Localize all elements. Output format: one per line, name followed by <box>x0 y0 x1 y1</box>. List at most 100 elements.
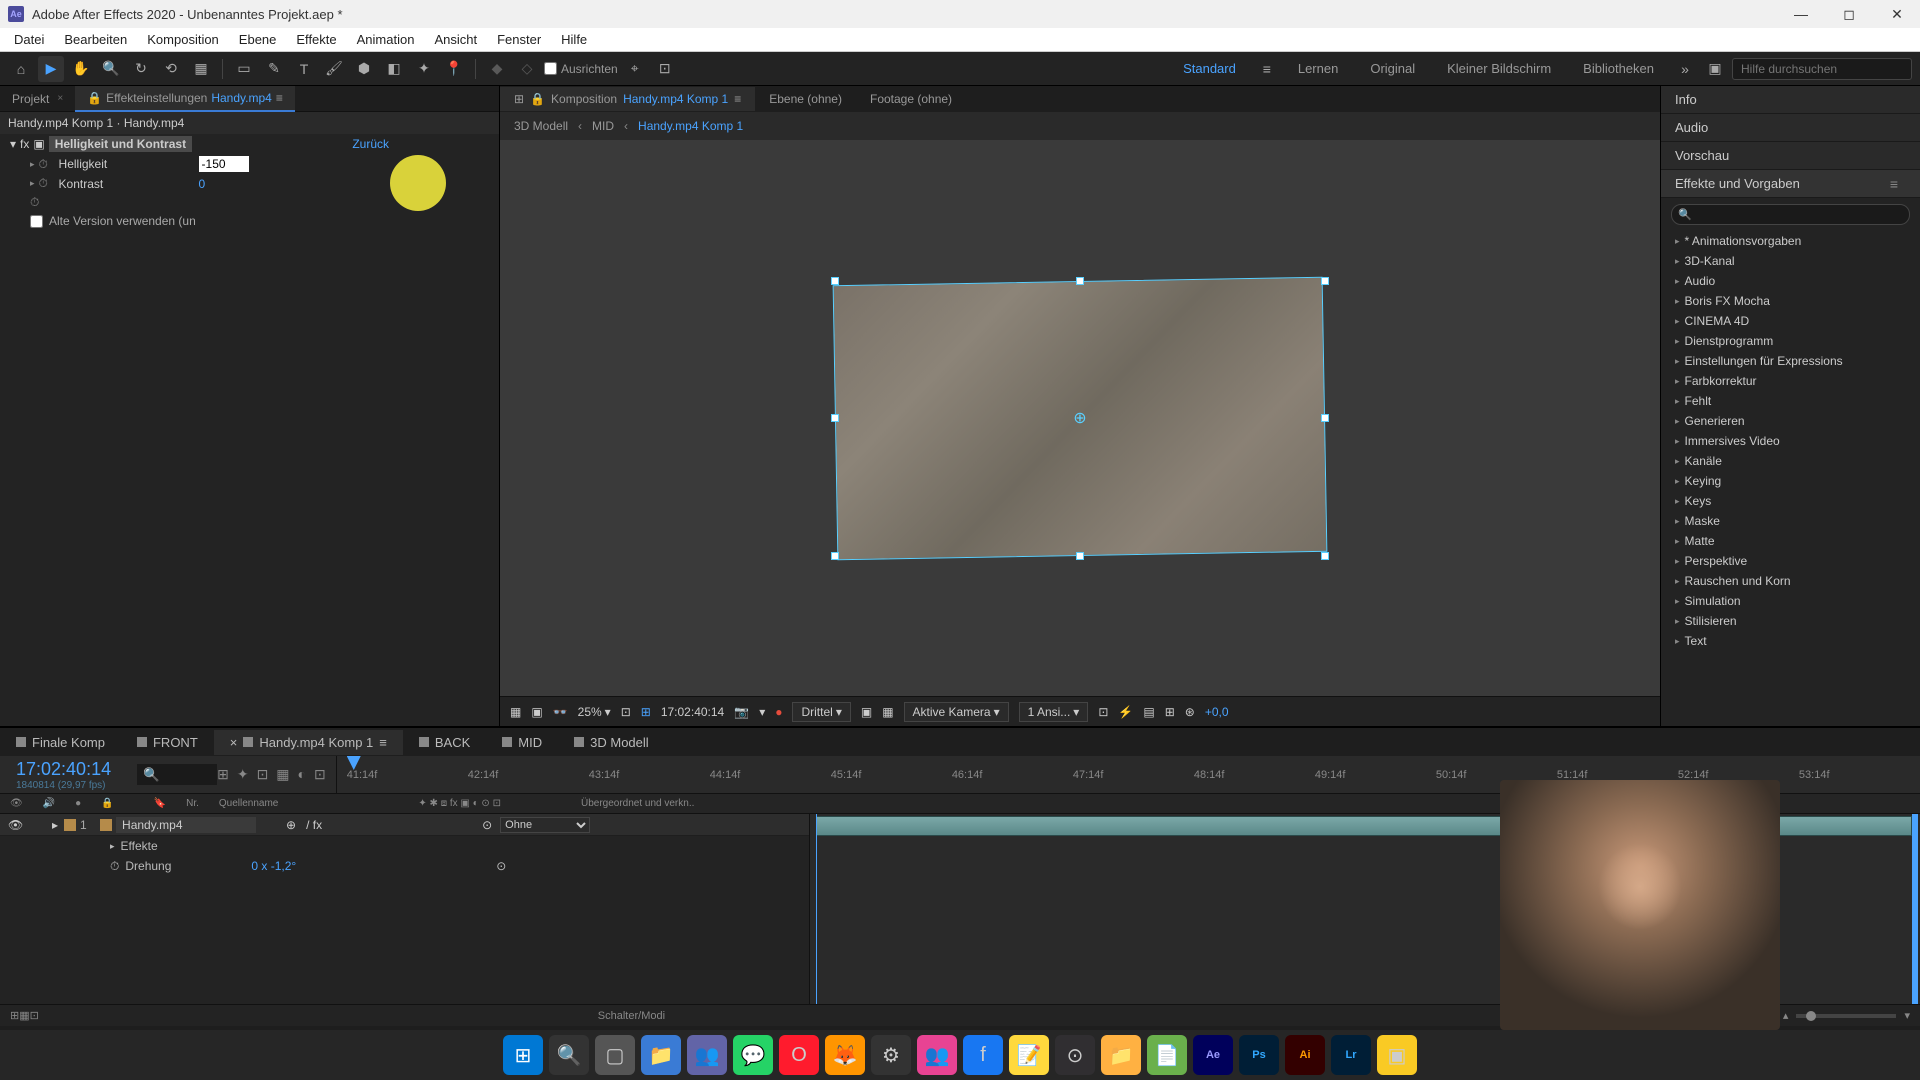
parent-dropdown[interactable]: Ohne <box>500 817 590 833</box>
taskview-icon[interactable]: ▢ <box>595 1035 635 1075</box>
draft3d-icon[interactable]: ✦ <box>237 766 249 783</box>
preset-folder[interactable]: ▸Simulation <box>1667 591 1914 611</box>
preset-folder[interactable]: ▸* Animationsvorgaben <box>1667 231 1914 251</box>
channel-icon[interactable]: ● <box>775 705 782 719</box>
effect-name[interactable]: Helligkeit und Kontrast <box>49 136 192 152</box>
menu-datei[interactable]: Datei <box>4 29 54 50</box>
tl-tab-3d[interactable]: 3D Modell <box>558 730 665 755</box>
preset-folder[interactable]: ▸Text <box>1667 631 1914 651</box>
resize-handle[interactable] <box>1321 277 1329 285</box>
tab-info[interactable]: Info <box>1661 86 1920 114</box>
brush-tool[interactable]: 🖌 <box>321 56 347 82</box>
timeline-icon[interactable]: ▤ <box>1143 705 1154 719</box>
layer-switches[interactable]: ⊕ / fx <box>286 818 322 832</box>
resize-handle[interactable] <box>831 552 839 560</box>
menu-animation[interactable]: Animation <box>347 29 425 50</box>
workspace-lernen[interactable]: Lernen <box>1284 61 1352 76</box>
bc-current[interactable]: Handy.mp4 Komp 1 <box>638 119 743 133</box>
work-area-end[interactable] <box>1912 814 1918 1004</box>
notes-icon[interactable]: 📝 <box>1009 1035 1049 1075</box>
exposure-value[interactable]: +0,0 <box>1205 705 1229 719</box>
lock-column-icon[interactable]: 🔒 <box>101 798 113 809</box>
orbit-tool[interactable]: ↻ <box>128 56 154 82</box>
exposure-reset-icon[interactable]: ⊛ <box>1185 705 1195 719</box>
preset-folder[interactable]: ▸Stilisieren <box>1667 611 1914 631</box>
selected-layer-bounds[interactable]: ⊕ <box>835 281 1325 556</box>
facebook-icon[interactable]: f <box>963 1035 1003 1075</box>
menu-ebene[interactable]: Ebene <box>229 29 287 50</box>
workspace-bibliotheken[interactable]: Bibliotheken <box>1569 61 1668 76</box>
playhead-line[interactable] <box>816 814 817 1004</box>
tab-menu-icon[interactable]: ≡ <box>276 91 283 105</box>
show-snapshot-icon[interactable]: ▾ <box>759 705 765 719</box>
preset-folder[interactable]: ▸Matte <box>1667 531 1914 551</box>
messenger-icon[interactable]: 👥 <box>917 1035 957 1075</box>
workspace-more-icon[interactable]: » <box>1672 56 1698 82</box>
solo-column-icon[interactable]: ● <box>75 798 81 809</box>
stopwatch-icon[interactable]: ⏱ <box>39 176 53 191</box>
layer-name[interactable]: Handy.mp4 <box>116 817 256 833</box>
workspace-standard[interactable]: Standard <box>1169 61 1250 76</box>
stopwatch-icon[interactable]: ⏱ <box>39 157 53 172</box>
chevron-right-icon[interactable]: ▸ <box>30 178 35 189</box>
maximize-button[interactable]: ◻ <box>1834 4 1864 24</box>
align-checkbox[interactable]: Ausrichten <box>544 62 618 76</box>
flowchart-icon[interactable]: ⊞ <box>1165 705 1175 719</box>
effect-reset-link[interactable]: Zurück <box>352 137 389 151</box>
teams-icon[interactable]: 👥 <box>687 1035 727 1075</box>
switches-modes-label[interactable]: Schalter/Modi <box>598 1010 665 1022</box>
help-search-input[interactable] <box>1732 58 1912 80</box>
preset-folder[interactable]: ▸Perspektive <box>1667 551 1914 571</box>
helligkeit-value-input[interactable] <box>199 156 249 172</box>
chevron-right-icon[interactable]: ▸ <box>30 159 35 170</box>
preset-folder[interactable]: ▸3D-Kanal <box>1667 251 1914 271</box>
anchor-point-icon[interactable]: ⊕ <box>1072 410 1088 426</box>
preset-folder[interactable]: ▸Generieren <box>1667 411 1914 431</box>
fast-preview-icon[interactable]: ⚡ <box>1118 705 1133 719</box>
tl-tab-handy[interactable]: ×Handy.mp4 Komp 1≡ <box>214 730 403 755</box>
photoshop-taskbar-icon[interactable]: Ps <box>1239 1035 1279 1075</box>
effect-toggle-icon[interactable]: ▣ <box>33 137 44 151</box>
menu-effekte[interactable]: Effekte <box>286 29 346 50</box>
obs-icon[interactable]: ⊙ <box>1055 1035 1095 1075</box>
tab-project[interactable]: Projekt× <box>0 87 75 111</box>
preset-search-input[interactable]: 🔍 <box>1671 204 1910 225</box>
resize-handle[interactable] <box>831 414 839 422</box>
preset-folder[interactable]: ▸Immersives Video <box>1667 431 1914 451</box>
camera-dropdown[interactable]: Aktive Kamera ▾ <box>904 702 1009 722</box>
hand-tool[interactable]: ✋ <box>68 56 94 82</box>
tab-vorschau[interactable]: Vorschau <box>1661 142 1920 170</box>
preset-folder[interactable]: ▸Kanäle <box>1667 451 1914 471</box>
stopwatch-icon[interactable]: ⏱ <box>30 195 44 210</box>
timecode-display[interactable]: 17:02:40:14 <box>661 705 724 719</box>
menu-fenster[interactable]: Fenster <box>487 29 551 50</box>
app-icon[interactable]: ▣ <box>1377 1035 1417 1075</box>
tab-composition[interactable]: ⊞ 🔒 Komposition Handy.mp4 Komp 1 ≡ <box>500 87 755 111</box>
kontrast-value[interactable]: 0 <box>199 177 206 191</box>
layer-row[interactable]: 👁 ▸ 1 Handy.mp4 ⊕ / fx ⊙ Ohne <box>0 814 809 836</box>
pixel-aspect-icon[interactable]: ⊡ <box>1098 705 1108 719</box>
mask-icon[interactable]: 👓 <box>553 705 568 719</box>
pen-tool[interactable]: ✎ <box>261 56 287 82</box>
illustrator-taskbar-icon[interactable]: Ai <box>1285 1035 1325 1075</box>
tab-audio[interactable]: Audio <box>1661 114 1920 142</box>
preset-folder[interactable]: ▸Audio <box>1667 271 1914 291</box>
label-column-icon[interactable]: 🔖 <box>154 798 166 809</box>
start-button[interactable]: ⊞ <box>503 1035 543 1075</box>
roto-tool[interactable]: ✦ <box>411 56 437 82</box>
composition-viewer[interactable]: ⊕ <box>500 140 1660 696</box>
motion-blur-icon[interactable]: ◐ <box>298 766 306 783</box>
eye-column-icon[interactable]: 👁 <box>10 798 23 809</box>
panel-menu-icon[interactable]: ≡ <box>1882 176 1906 192</box>
explorer-icon[interactable]: 📁 <box>641 1035 681 1075</box>
lock-icon[interactable]: 🔒 <box>87 91 102 105</box>
tab-layer[interactable]: Ebene (ohne) <box>755 87 856 111</box>
menu-hilfe[interactable]: Hilfe <box>551 29 597 50</box>
resize-handle[interactable] <box>1076 552 1084 560</box>
zoom-in-icon[interactable]: ▾ <box>1904 1009 1910 1022</box>
rotation-value[interactable]: 0 x -1,2° <box>251 859 296 873</box>
preset-folder[interactable]: ▸Maske <box>1667 511 1914 531</box>
preset-folder[interactable]: ▸Keys <box>1667 491 1914 511</box>
frame-blend-icon[interactable]: ⊡ <box>30 1009 39 1022</box>
grid-icon[interactable]: ⊞ <box>641 705 651 719</box>
